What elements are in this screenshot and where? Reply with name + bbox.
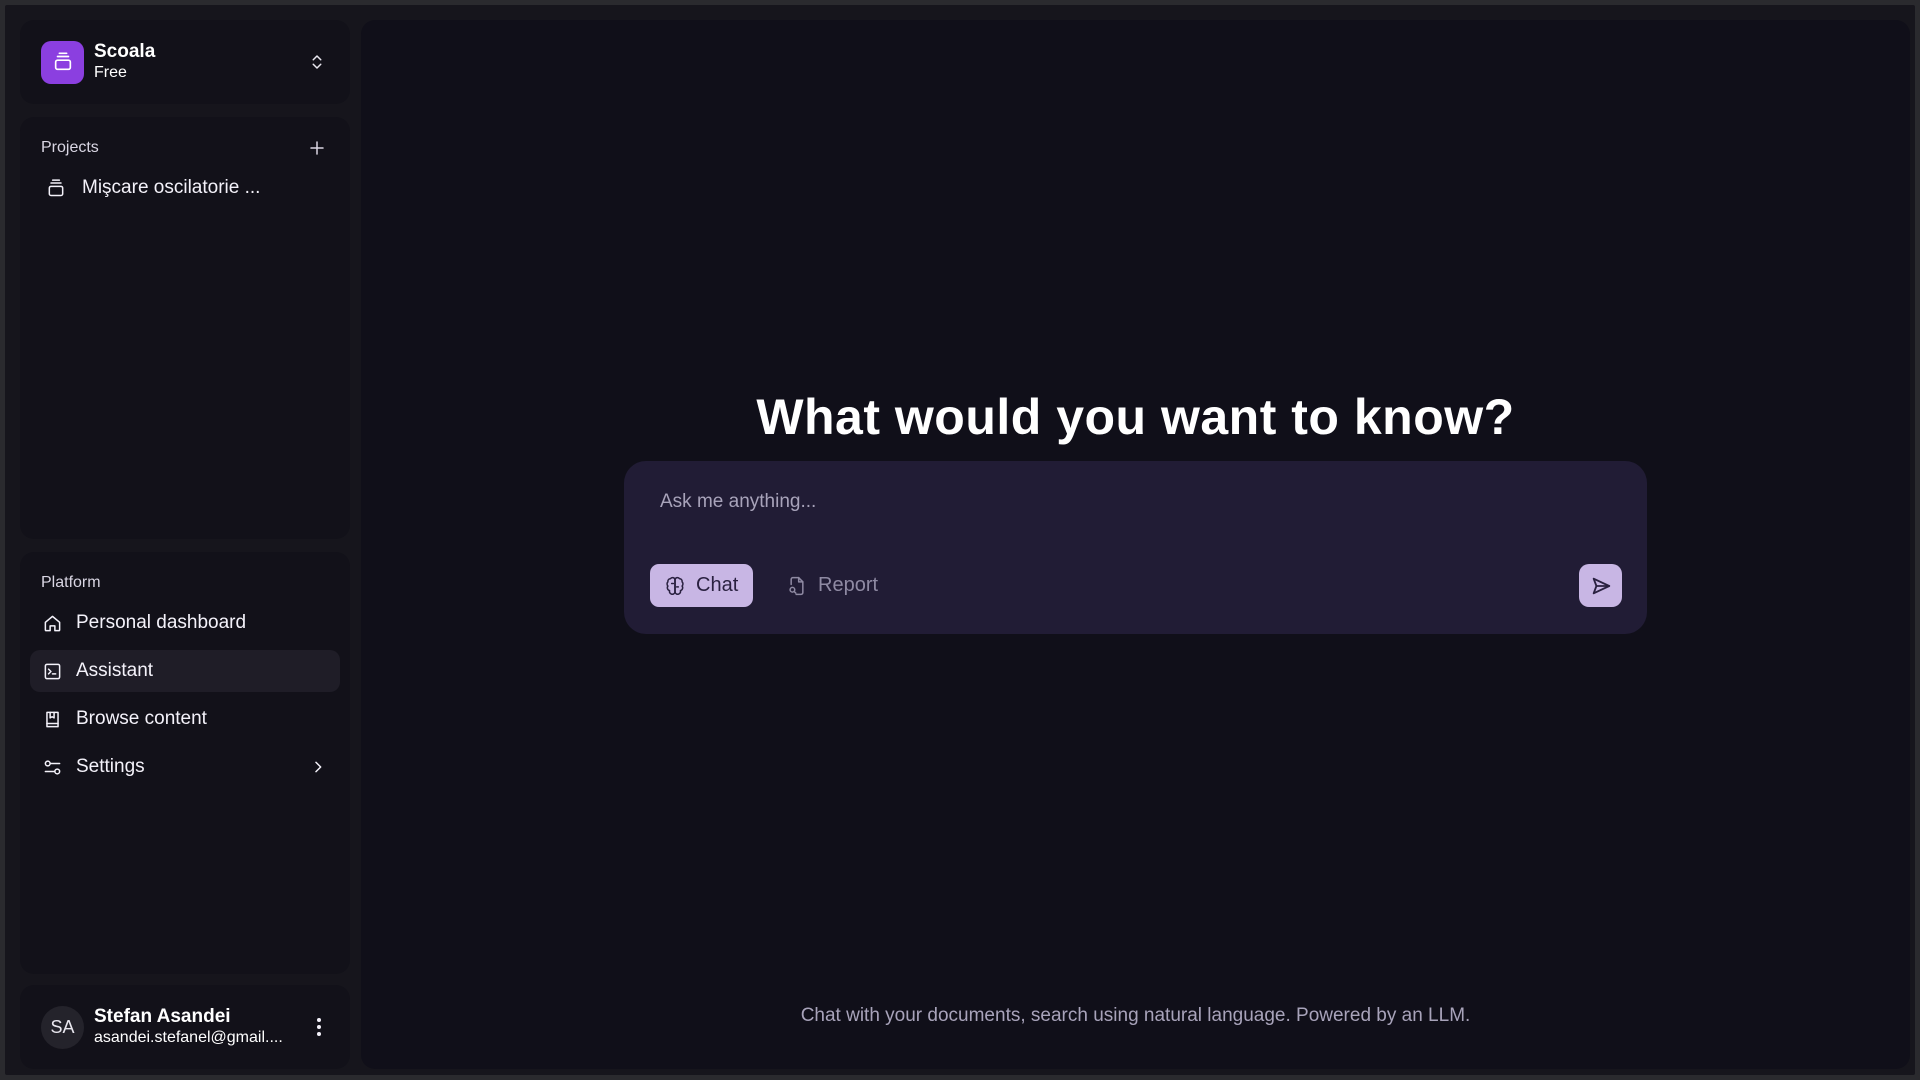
- workspace-info: Scoala Free: [94, 41, 305, 83]
- footer-note: Chat with your documents, search using n…: [800, 1005, 1471, 1026]
- report-mode-label: Report: [818, 574, 879, 596]
- add-project-button[interactable]: [305, 136, 329, 160]
- project-label: Mişcare oscilatorie ...: [82, 177, 261, 198]
- sliders-icon: [42, 757, 62, 777]
- send-icon: [1592, 577, 1610, 594]
- platform-title: Platform: [41, 574, 101, 591]
- projects-panel: Projects Mişcare oscilatorie ...: [20, 117, 350, 539]
- user-email: asandei.stefanel@gmail....: [94, 1029, 283, 1046]
- chevrons-up-down-icon[interactable]: [305, 50, 329, 74]
- report-mode-button[interactable]: Report: [774, 564, 893, 607]
- plus-icon: [310, 141, 324, 155]
- brain-icon: [665, 576, 685, 596]
- workspace-plan: Free: [94, 64, 127, 81]
- nav-item-personal-dashboard[interactable]: Personal dashboard: [30, 602, 340, 644]
- chat-mode-button[interactable]: Chat: [650, 564, 754, 607]
- user-info: Stefan Asandei asandei.stefanel@gmail...…: [94, 1006, 309, 1048]
- workspace-name: Scoala: [94, 41, 156, 62]
- projects-title: Projects: [41, 139, 99, 156]
- avatar: SA: [41, 1005, 84, 1049]
- page-title: What would you want to know?: [756, 389, 1515, 445]
- more-vertical-icon[interactable]: [309, 1013, 329, 1041]
- app-frame: Scoala Free Projects Mişcare oscilatorie…: [5, 5, 1915, 1075]
- project-item[interactable]: Mişcare oscilatorie ...: [41, 167, 329, 209]
- nav-label: Assistant: [76, 660, 154, 681]
- nav-label: Settings: [76, 756, 145, 777]
- nav-label: Browse content: [76, 708, 207, 729]
- stack-icon: [41, 40, 84, 84]
- prompt-input[interactable]: [660, 487, 1560, 517]
- user-menu[interactable]: SA Stefan Asandei asandei.stefanel@gmail…: [20, 985, 350, 1069]
- chevron-right-icon: [308, 757, 328, 777]
- home-icon: [42, 613, 62, 633]
- main-panel: What would you want to know? Chat: [361, 20, 1910, 1069]
- nav-item-browse-content[interactable]: Browse content: [30, 698, 340, 740]
- workspace-switcher[interactable]: Scoala Free: [20, 20, 350, 104]
- terminal-icon: [42, 661, 62, 681]
- nav-item-settings[interactable]: Settings: [30, 746, 340, 788]
- file-search-icon: [787, 576, 807, 596]
- platform-panel: Platform Personal dashboard Assistant Br…: [20, 552, 350, 974]
- chat-mode-label: Chat: [696, 574, 739, 596]
- user-name: Stefan Asandei: [94, 1006, 231, 1027]
- send-button[interactable]: [1579, 564, 1622, 607]
- book-icon: [42, 709, 62, 729]
- platform-nav: Personal dashboard Assistant Browse cont…: [30, 602, 340, 788]
- nav-item-assistant[interactable]: Assistant: [30, 650, 340, 692]
- chat-composer: Chat Report: [624, 461, 1647, 634]
- nav-label: Personal dashboard: [76, 612, 247, 633]
- stack-icon: [46, 178, 66, 198]
